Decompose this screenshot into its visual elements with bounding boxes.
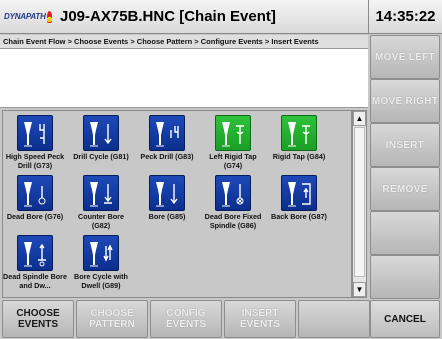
insert-events-button[interactable]: INSERT EVENTS: [224, 300, 296, 338]
selected-events-area[interactable]: [0, 48, 368, 108]
bottom-blank-button[interactable]: [298, 300, 370, 338]
bore-icon[interactable]: [149, 175, 185, 211]
event-tile[interactable]: Left Rigid Tap (G74): [201, 115, 265, 170]
event-tile[interactable]: Counter Bore (G82): [69, 175, 133, 230]
cancel-button[interactable]: CANCEL: [370, 300, 440, 338]
event-tile-label: Drill Cycle (G81): [73, 152, 129, 161]
dynapath-logo: DYNAPATH: [4, 8, 52, 26]
peck-drill-icon[interactable]: [149, 115, 185, 151]
event-tile-label: Peck Drill (G83): [140, 152, 194, 161]
event-tile[interactable]: Dead Bore Fixed Spindle (G86): [201, 175, 265, 230]
event-tile[interactable]: High Speed Peck Drill (G73): [3, 115, 67, 170]
counter-bore-icon[interactable]: [83, 175, 119, 211]
event-tile[interactable]: Bore Cycle with Dwell (G89): [69, 235, 133, 290]
event-tile[interactable]: Bore (G85): [135, 175, 199, 222]
drill-cycle-icon[interactable]: [83, 115, 119, 151]
rigid-tap-icon[interactable]: [281, 115, 317, 151]
event-tile[interactable]: Rigid Tap (G84): [267, 115, 331, 162]
side-blank-button-1[interactable]: [370, 211, 440, 255]
insert-button[interactable]: INSERT: [370, 123, 440, 167]
event-tile-label: Bore (G85): [148, 212, 186, 221]
choose-events-button[interactable]: CHOOSE EVENTS: [2, 300, 74, 338]
flame-icon: [46, 10, 52, 23]
event-tile-label: Counter Bore (G82): [78, 212, 124, 230]
event-tile[interactable]: Drill Cycle (G81): [69, 115, 133, 162]
back-bore-icon[interactable]: [281, 175, 317, 211]
breadcrumb: Chain Event Flow > Choose Events > Choos…: [0, 35, 368, 48]
scroll-down-button[interactable]: ▼: [353, 282, 366, 297]
event-tile-label: Left Rigid Tap (G74): [209, 152, 257, 170]
event-tile[interactable]: Back Bore (G87): [267, 175, 331, 222]
event-tile[interactable]: Dead Spindle Bore and Dw...: [3, 235, 67, 290]
choose-pattern-button[interactable]: CHOOSE PATTERN: [76, 300, 148, 338]
config-events-button[interactable]: CONFIG EVENTS: [150, 300, 222, 338]
scrollbar[interactable]: ▲ ▼: [352, 110, 367, 298]
dead-bore-icon[interactable]: [17, 175, 53, 211]
event-tile-label: Back Bore (G87): [271, 212, 327, 221]
remove-button[interactable]: REMOVE: [370, 167, 440, 211]
side-blank-button-2[interactable]: [370, 255, 440, 299]
event-palette: High Speed Peck Drill (G73) Drill Cycle (…: [2, 110, 352, 298]
left-rigid-tap-icon[interactable]: [215, 115, 251, 151]
dead-bore-fixed-spindle-icon[interactable]: [215, 175, 251, 211]
title-bar: DYNAPATH J09-AX75B.HNC [Chain Event]: [0, 0, 368, 34]
logo-text: DYNAPATH: [4, 12, 46, 21]
bore-cycle-dwell-icon[interactable]: [83, 235, 119, 271]
move-left-button[interactable]: MOVE LEFT: [370, 35, 440, 79]
event-tile-label: Dead Bore (G76): [6, 212, 64, 221]
event-tile[interactable]: Peck Drill (G83): [135, 115, 199, 162]
dead-spindle-bore-icon[interactable]: [17, 235, 53, 271]
event-tile-label: Rigid Tap (G84): [272, 152, 326, 161]
event-tile-label: Bore Cycle with Dwell (G89): [74, 272, 128, 290]
clock: 14:35:22: [368, 0, 442, 34]
event-tile[interactable]: Dead Bore (G76): [3, 175, 67, 222]
move-right-button[interactable]: MOVE RIGHT: [370, 79, 440, 123]
scroll-track[interactable]: [354, 127, 365, 277]
event-tile-label: Dead Spindle Bore and Dw...: [3, 272, 67, 290]
scroll-up-button[interactable]: ▲: [353, 111, 366, 126]
event-tile-label: High Speed Peck Drill (G73): [5, 152, 65, 170]
event-tile-label: Dead Bore Fixed Spindle (G86): [204, 212, 262, 230]
high-speed-peck-drill-icon[interactable]: [17, 115, 53, 151]
window-title: J09-AX75B.HNC [Chain Event]: [60, 8, 276, 25]
